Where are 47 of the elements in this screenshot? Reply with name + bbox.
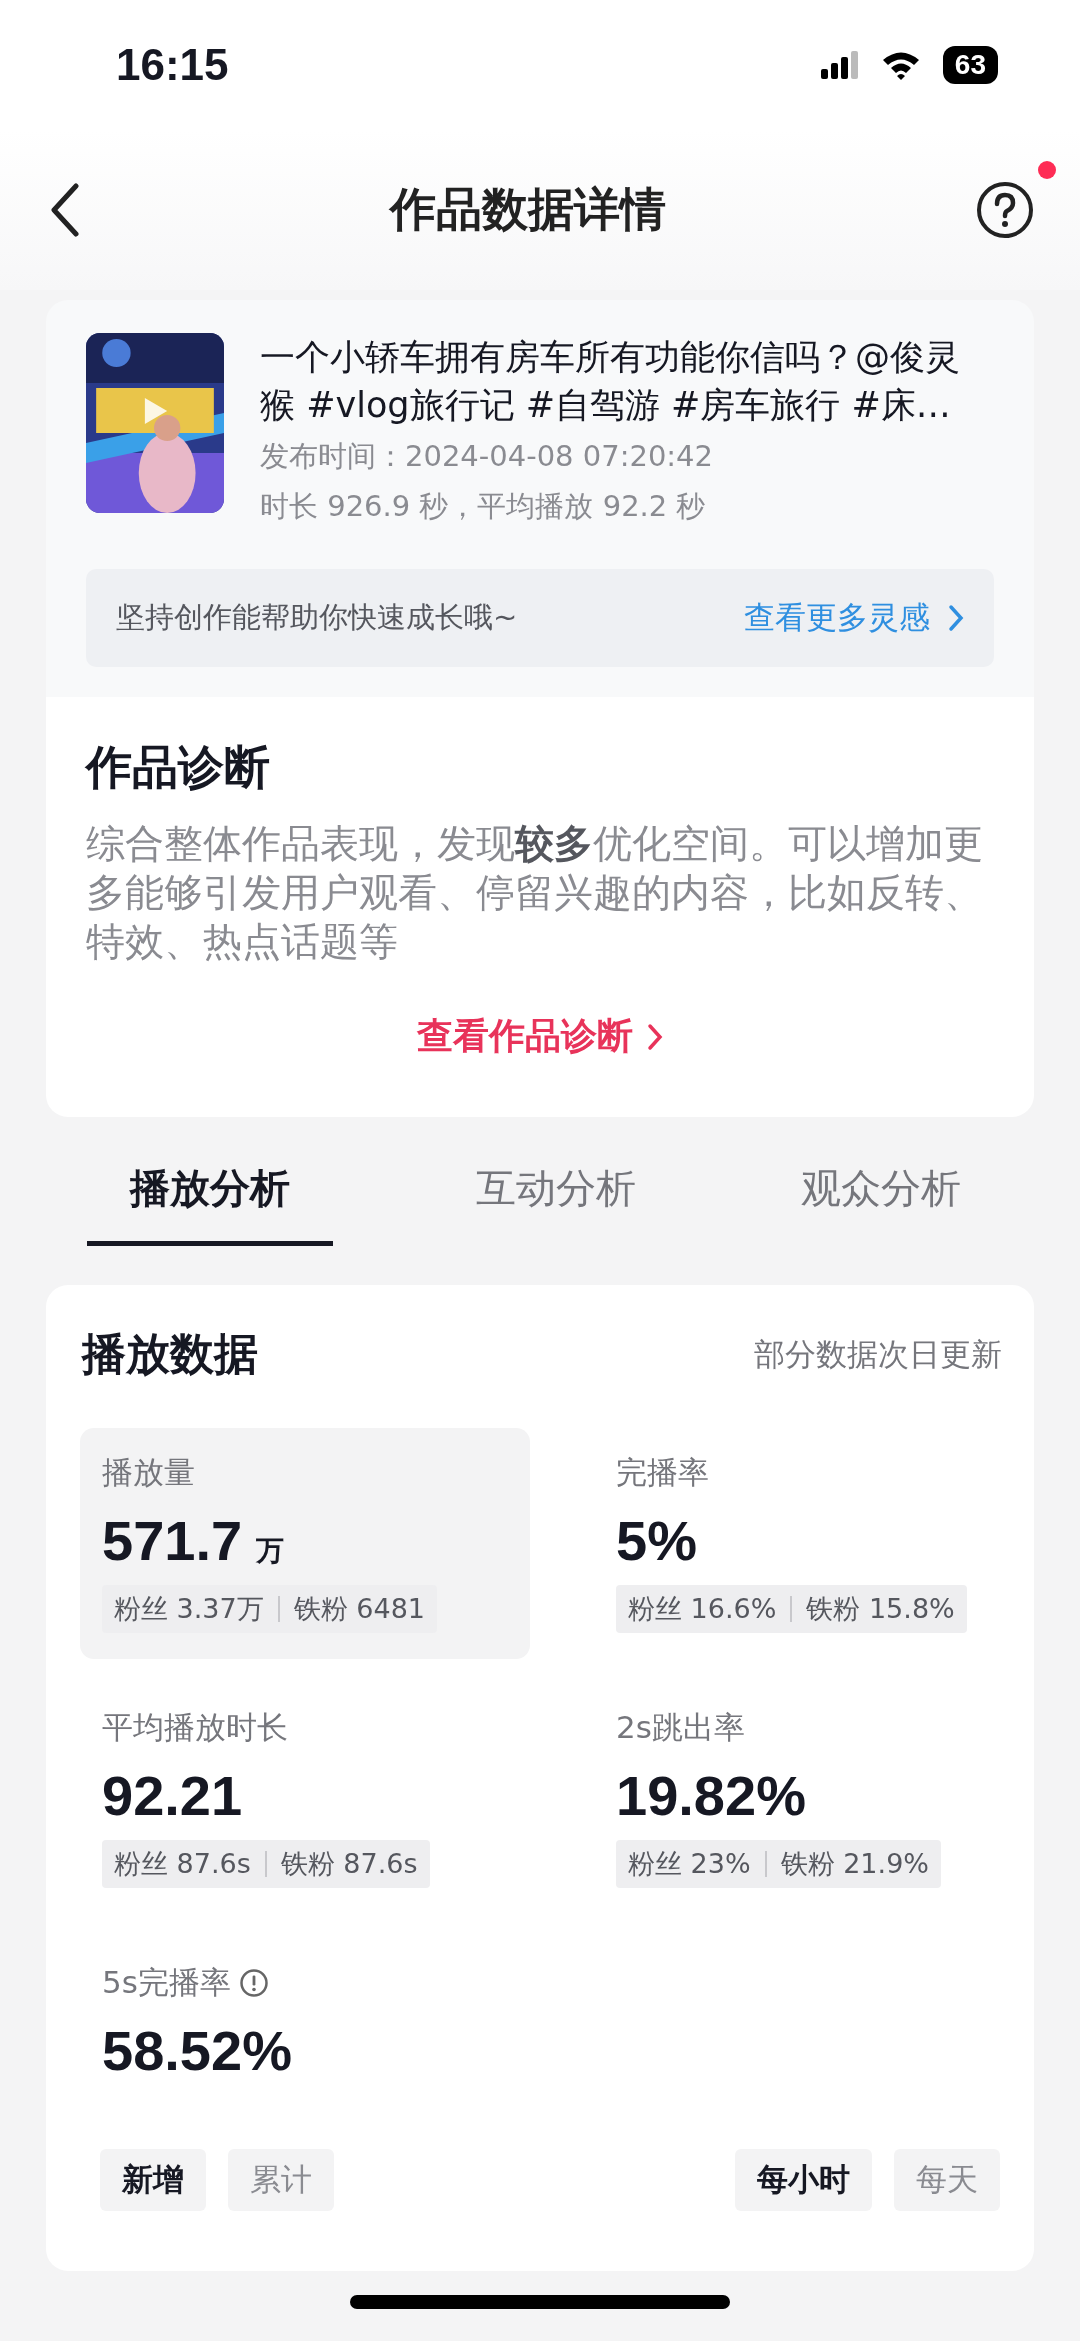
metric-value: 58.52%	[102, 2018, 292, 2083]
metric-tile[interactable]: 2s跳出率 19.82% 粉丝 23% 铁粉 21.9%	[594, 1683, 1000, 1914]
diagnosis-link[interactable]: 查看作品诊断	[86, 1012, 994, 1061]
diagnosis-text: 综合整体作品表现，发现较多优化空间。可以增加更多能够引发用户观看、停留兴趣的内容，比如反转、特效、热点话题等	[86, 820, 984, 966]
tip-text: 坚持创作能帮助你快速成长哦~	[116, 599, 518, 636]
page-title: 作品数据详情	[390, 181, 666, 238]
metric-tile[interactable]: 5s完播率 58.52%	[80, 1938, 530, 2109]
section-title: 播放数据	[82, 1327, 258, 1381]
chevron-right-icon	[647, 1022, 663, 1051]
back-icon[interactable]	[50, 183, 80, 237]
info-icon[interactable]	[238, 1968, 269, 1998]
battery-indicator: 63	[942, 46, 998, 84]
metric-label: 5s完播率	[102, 1963, 231, 2002]
metric-value: 5%	[616, 1508, 697, 1573]
update-note: 部分数据次日更新	[754, 1334, 1002, 1374]
breakdown-text: 粉丝 23%	[628, 1847, 751, 1881]
breakdown-text: 粉丝 87.6s	[114, 1847, 251, 1881]
breakdown-text: 铁粉 21.9%	[780, 1847, 929, 1881]
breakdown-text: 铁粉 87.6s	[280, 1847, 418, 1881]
help-icon[interactable]	[976, 181, 1034, 239]
metric-label: 平均播放时长	[102, 1708, 288, 1747]
breakdown-text: 铁粉 15.8%	[806, 1592, 955, 1626]
tab[interactable]: 互动分析	[412, 1161, 679, 1265]
metric-tile[interactable]: 完播率 5% 粉丝 16.6% 铁粉 15.8%	[594, 1428, 1000, 1659]
metric-tile[interactable]: 播放量 571.7 万 粉丝 3.37万 铁粉 6481	[80, 1428, 530, 1659]
duration-text: 时长 926.9 秒，平均播放 92.2 秒	[260, 488, 707, 525]
section-title: 作品诊断	[86, 739, 271, 796]
metric-unit: 万	[256, 1533, 285, 1569]
breakdown-text: 铁粉 6481	[293, 1592, 425, 1626]
metric-label: 完播率	[616, 1453, 709, 1492]
metric-label: 2s跳出率	[616, 1708, 745, 1747]
video-title: 一个小轿车拥有房车所有功能你信吗？@俊灵猴 #vlog旅行记 #自驾游 #房车旅行 #床…	[260, 336, 961, 427]
metric-tile[interactable]: 平均播放时长 92.21 粉丝 87.6s 铁粉 87.6s	[80, 1683, 530, 1914]
metric-value: 571.7	[102, 1508, 243, 1573]
status-time: 16:15	[116, 40, 229, 90]
tab[interactable]: 观众分析	[758, 1161, 1004, 1265]
tab[interactable]: 播放分析	[87, 1161, 333, 1246]
toggle-button[interactable]: 新增	[100, 2149, 206, 2211]
metric-label: 播放量	[102, 1453, 195, 1492]
signal-icon	[820, 51, 859, 79]
chevron-right-icon	[948, 604, 964, 632]
metric-value: 92.21	[102, 1763, 243, 1828]
publish-time: 发布时间：2024-04-08 07:20:42	[260, 438, 714, 475]
toggle-button[interactable]: 每小时	[735, 2149, 872, 2211]
breakdown-text: 粉丝 16.6%	[628, 1592, 777, 1626]
metric-value: 19.82%	[616, 1763, 806, 1828]
breakdown-text: 粉丝 3.37万	[114, 1592, 264, 1626]
